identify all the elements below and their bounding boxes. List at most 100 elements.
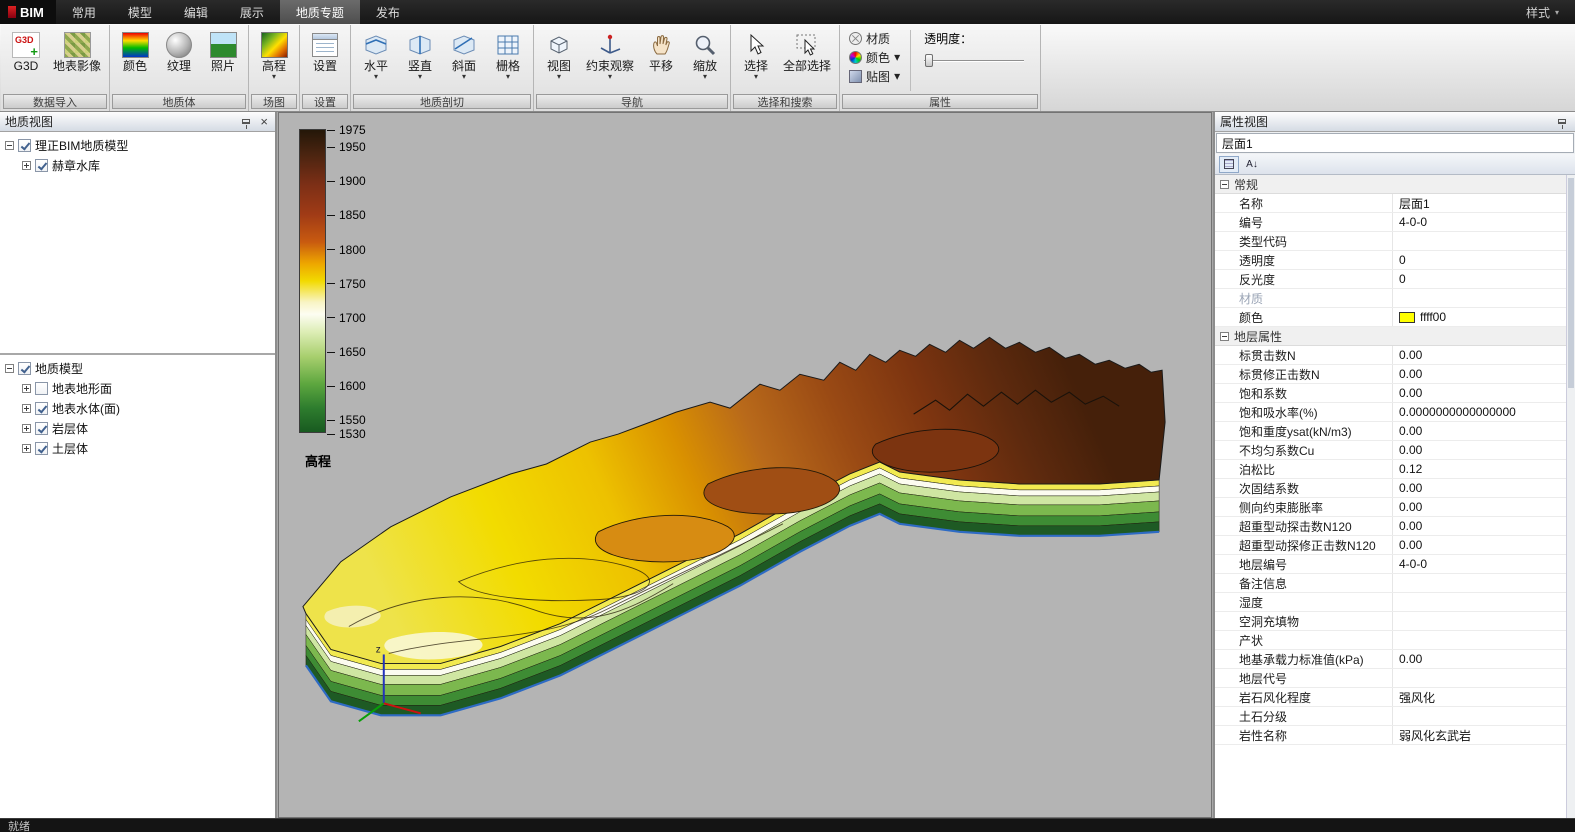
property-row[interactable]: 类型代码 [1215, 232, 1566, 251]
visibility-checkbox[interactable] [35, 442, 48, 455]
property-value[interactable]: 0.00 [1393, 443, 1566, 457]
property-value[interactable]: 0.00 [1393, 652, 1566, 666]
tree-item[interactable]: 岩层体 [0, 418, 275, 438]
g3d-button[interactable]: G3D+ G3D [5, 28, 47, 75]
menu-item-5[interactable]: 地质专题 [280, 0, 360, 24]
property-value[interactable]: 0.00 [1393, 519, 1566, 533]
property-value[interactable]: 0.00 [1393, 367, 1566, 381]
view-button[interactable]: 视图 ▾ [538, 28, 580, 83]
collapse-icon[interactable] [5, 141, 14, 150]
property-row[interactable]: 湿度 [1215, 593, 1566, 612]
visibility-checkbox[interactable] [18, 362, 31, 375]
expand-icon[interactable] [22, 161, 31, 170]
collapse-icon[interactable] [1220, 332, 1229, 341]
photo-button[interactable]: 照片 [202, 28, 244, 75]
viewport-3d[interactable]: z 19751950190018501800175017001650160015… [278, 112, 1212, 818]
property-value[interactable]: 0 [1393, 253, 1566, 267]
settings-button[interactable]: 设置 [304, 28, 346, 75]
property-value[interactable]: 0.00 [1393, 424, 1566, 438]
property-value[interactable]: 0 [1393, 272, 1566, 286]
menu-item-2[interactable]: 模型 [112, 0, 168, 24]
property-row[interactable]: 备注信息 [1215, 574, 1566, 593]
property-row[interactable]: 颜色ffff00 [1215, 308, 1566, 327]
property-value[interactable]: 弱风化玄武岩 [1393, 727, 1566, 744]
property-row[interactable]: 饱和重度ysat(kN/m3)0.00 [1215, 422, 1566, 441]
property-row[interactable]: 超重型动探修正击数N1200.00 [1215, 536, 1566, 555]
menu-item-3[interactable]: 编辑 [168, 0, 224, 24]
property-row[interactable]: 反光度0 [1215, 270, 1566, 289]
expand-icon[interactable] [22, 424, 31, 433]
property-row[interactable]: 饱和吸水率(%)0.0000000000000000 [1215, 403, 1566, 422]
tree-item[interactable]: 土层体 [0, 438, 275, 458]
property-value[interactable]: 0.00 [1393, 481, 1566, 495]
vertical-cut-button[interactable]: 竖直 ▾ [399, 28, 441, 83]
pan-button[interactable]: 平移 [640, 28, 682, 75]
expand-icon[interactable] [22, 404, 31, 413]
property-row[interactable]: 泊松比0.12 [1215, 460, 1566, 479]
scrollbar-thumb[interactable] [1568, 178, 1574, 388]
close-icon[interactable]: × [258, 116, 270, 128]
visibility-checkbox[interactable] [35, 159, 48, 172]
collapse-icon[interactable] [1220, 180, 1229, 189]
property-row[interactable]: 透明度0 [1215, 251, 1566, 270]
property-row[interactable]: 土石分级 [1215, 707, 1566, 726]
color-small-button[interactable]: 颜色 ▾ [844, 48, 905, 66]
property-row[interactable]: 侧向约束膨胀率0.00 [1215, 498, 1566, 517]
visibility-checkbox[interactable] [35, 402, 48, 415]
visibility-checkbox[interactable] [18, 139, 31, 152]
property-row[interactable]: 编号4-0-0 [1215, 213, 1566, 232]
menu-item-6[interactable]: 发布 [360, 0, 416, 24]
visibility-checkbox[interactable] [35, 382, 48, 395]
tree-item[interactable]: 地表水体(面) [0, 398, 275, 418]
property-value[interactable]: 4-0-0 [1393, 557, 1566, 571]
tree-item[interactable]: 理正BIM地质模型 [0, 135, 275, 155]
property-value[interactable]: 0.00 [1393, 538, 1566, 552]
property-scrollbar[interactable] [1566, 175, 1575, 818]
constrained-observe-button[interactable]: 约束观察 ▾ [582, 28, 638, 83]
property-value[interactable]: 0.12 [1393, 462, 1566, 476]
map-small-button[interactable]: 贴图 ▾ [844, 67, 905, 85]
expand-icon[interactable] [22, 384, 31, 393]
grid-cut-button[interactable]: 栅格 ▾ [487, 28, 529, 83]
property-section[interactable]: 地层属性 [1215, 327, 1566, 346]
color-button[interactable]: 颜色 [114, 28, 156, 75]
property-row[interactable]: 超重型动探击数N1200.00 [1215, 517, 1566, 536]
material-button[interactable]: 材质 [844, 29, 905, 47]
pin-icon[interactable] [242, 119, 250, 124]
surface-image-button[interactable]: 地表影像 [49, 28, 105, 75]
categorized-button[interactable] [1219, 156, 1239, 173]
property-row[interactable]: 地层代号 [1215, 669, 1566, 688]
transparency-slider[interactable] [924, 53, 1028, 69]
zoom-button[interactable]: 缩放 ▾ [684, 28, 726, 83]
tree-item[interactable]: 地质模型 [0, 358, 275, 378]
property-row[interactable]: 不均匀系数Cu0.00 [1215, 441, 1566, 460]
property-row[interactable]: 名称层面1 [1215, 194, 1566, 213]
property-value[interactable]: ffff00 [1393, 310, 1566, 324]
elevation-button[interactable]: 高程 ▾ [253, 28, 295, 83]
property-value[interactable]: 层面1 [1393, 195, 1566, 212]
select-all-button[interactable]: 全部选择 [779, 28, 835, 75]
collapse-icon[interactable] [5, 364, 14, 373]
visibility-checkbox[interactable] [35, 422, 48, 435]
object-selector[interactable]: 层面1 [1216, 133, 1574, 153]
property-value[interactable]: 0.00 [1393, 348, 1566, 362]
select-button[interactable]: 选择 ▾ [735, 28, 777, 83]
oblique-cut-button[interactable]: 斜面 ▾ [443, 28, 485, 83]
horizontal-cut-button[interactable]: 水平 ▾ [355, 28, 397, 83]
menu-item-4[interactable]: 展示 [224, 0, 280, 24]
sort-alpha-button[interactable]: A↓ [1242, 156, 1262, 173]
expand-icon[interactable] [22, 444, 31, 453]
property-value[interactable]: 0.0000000000000000 [1393, 405, 1566, 419]
property-row[interactable]: 产状 [1215, 631, 1566, 650]
property-row[interactable]: 地层编号4-0-0 [1215, 555, 1566, 574]
property-row[interactable]: 标贯修正击数N0.00 [1215, 365, 1566, 384]
property-value[interactable]: 0.00 [1393, 500, 1566, 514]
property-section[interactable]: 常规 [1215, 175, 1566, 194]
property-row[interactable]: 饱和系数0.00 [1215, 384, 1566, 403]
slider-thumb[interactable] [925, 54, 933, 67]
property-value[interactable]: 4-0-0 [1393, 215, 1566, 229]
pin-icon[interactable] [1558, 119, 1566, 124]
property-row[interactable]: 材质 [1215, 289, 1566, 308]
property-row[interactable]: 标贯击数N0.00 [1215, 346, 1566, 365]
texture-button[interactable]: 纹理 [158, 28, 200, 75]
